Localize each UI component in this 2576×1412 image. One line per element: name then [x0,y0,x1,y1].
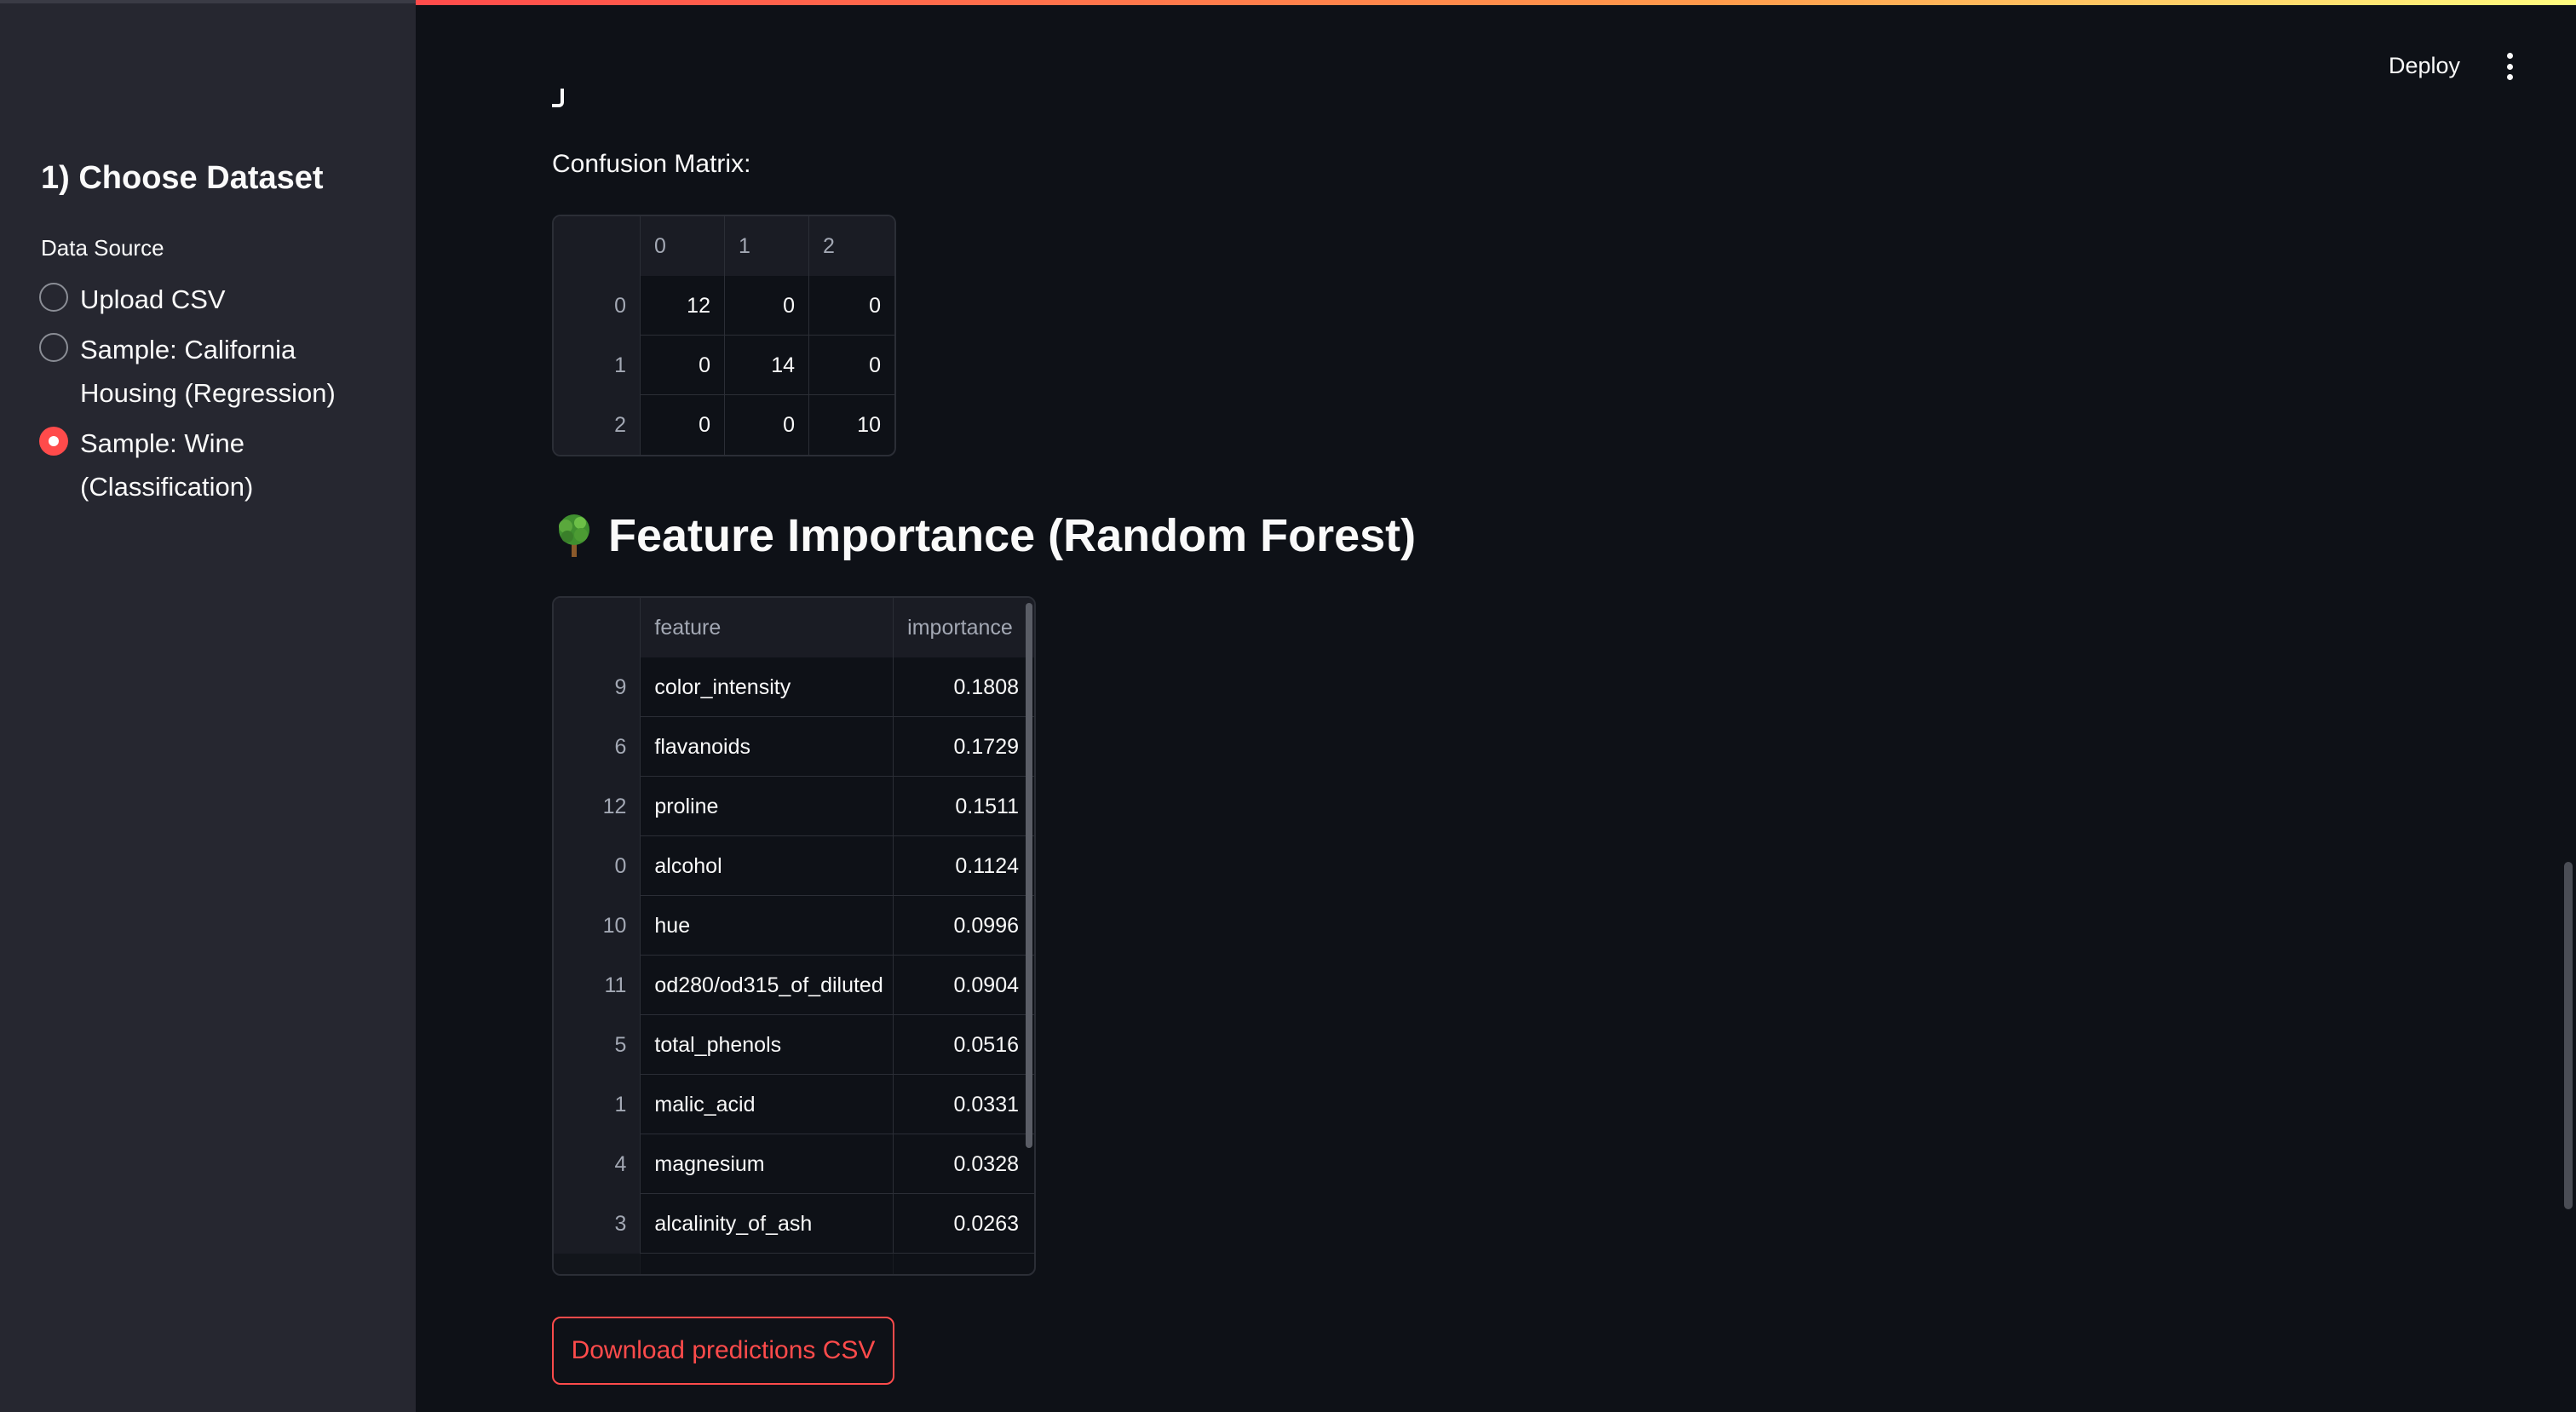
table-row: 6 flavanoids 0.1729 [554,717,1034,777]
radio-unselected-icon[interactable] [39,283,68,312]
table-cell: alcohol [641,836,894,896]
table-cell: 10 [857,412,881,437]
radio-selected-icon[interactable] [39,427,68,456]
row-index-cell: 1 [554,1075,641,1134]
table-header-cell[interactable]: 2 [809,216,894,276]
table-cell: 0.1729 [953,734,1019,759]
radio-option-upload-csv[interactable]: Upload CSV [39,278,397,321]
table-cell: 0 [641,395,725,455]
table-row: 12 proline 0.1511 [554,777,1034,836]
table-cell: hue [641,896,894,956]
table-cell: 0 [725,395,809,455]
row-index-cell: 11 [554,956,641,1015]
row-index-cell: 0 [554,836,641,896]
table-row: 10 hue 0.0996 [554,896,1034,956]
radio-option-wine[interactable]: Sample: Wine (Classification) [39,422,397,508]
table-cell: 14 [725,336,809,395]
table-row: 0 alcohol 0.1124 [554,836,1034,896]
download-predictions-button[interactable]: Download predictions CSV [552,1317,894,1385]
feature-importance-heading: Feature Importance (Random Forest) [552,509,1416,562]
radio-option-label: Sample: California Housing (Regression) [80,335,336,408]
table-cell: 0.0263 [953,1211,1019,1236]
table-header-cell[interactable]: importance [894,598,1034,657]
table-row: 11 od280/od315_of_diluted 0.0904 [554,956,1034,1015]
table-cell: 0.0516 [953,1032,1019,1057]
sidebar-title: 1) Choose Dataset [41,160,324,196]
radio-unselected-icon[interactable] [39,333,68,362]
table-header-cell[interactable] [554,598,641,657]
table-row: 5 total_phenols 0.0516 [554,1015,1034,1075]
vertical-ellipsis-icon[interactable] [2499,49,2520,83]
data-source-radio-group: Upload CSV Sample: California Housing (R… [39,278,397,515]
table-header-row: feature importance [554,598,1034,657]
table-header-cell[interactable] [554,216,641,276]
row-index-cell: 9 [554,657,641,717]
table-cell: 0.0328 [953,1151,1019,1176]
row-index-cell: 1 [554,336,641,395]
table-header-row: 0 1 2 [554,216,894,276]
table-cell: 0 [725,276,809,336]
header-decoration-bar [416,0,2576,5]
table-header-cell[interactable]: 0 [640,216,725,276]
table-header-cell[interactable]: 1 [724,216,809,276]
row-index-cell: 2 [554,395,641,455]
table-row: 0 12 0 0 [554,276,894,336]
table-row: 9 color_intensity 0.1808 [554,657,1034,717]
table-row: 1 0 14 0 [554,336,894,395]
table-cell: magnesium [641,1134,894,1194]
feature-importance-title: Feature Importance (Random Forest) [608,510,1417,561]
table-cell: 0.0904 [953,973,1019,997]
table-cell: 0.0331 [953,1092,1019,1116]
radio-option-label: Sample: Wine (Classification) [80,428,254,502]
table-cell: color_intensity [641,657,894,717]
row-index-cell: 0 [554,276,641,336]
page-scrollbar[interactable] [2564,862,2573,1209]
row-index-cell: 10 [554,896,641,956]
table-header-cell[interactable]: feature [641,598,894,657]
table-cell: flavanoids [641,717,894,777]
table-cell: 0.0996 [953,913,1019,938]
app-root: 1) Choose Dataset Data Source Upload CSV… [0,0,2576,1412]
radio-option-label: Upload CSV [80,284,226,314]
table-row: 4 magnesium 0.0328 [554,1134,1034,1194]
sidebar: 1) Choose Dataset Data Source Upload CSV… [0,0,416,1412]
confusion-matrix-label: Confusion Matrix: [552,150,751,178]
table-cell: total_phenols [641,1015,894,1075]
table-cell: 0 [641,336,725,395]
table-row-partial [554,1254,1034,1274]
radio-option-california-housing[interactable]: Sample: California Housing (Regression) [39,328,397,415]
row-index-cell: 6 [554,717,641,777]
row-index-cell: 4 [554,1134,641,1194]
feature-importance-table[interactable]: feature importance 9 color_intensity 0.1… [552,596,1036,1276]
table-cell: proline [641,777,894,836]
table-cell: 12 [641,276,725,336]
table-row: 1 malic_acid 0.0331 [554,1075,1034,1134]
table-cell [641,1254,894,1274]
table-cell: od280/od315_of_diluted [641,956,894,1015]
table-row: 2 0 0 10 [554,395,894,455]
row-index-cell: 5 [554,1015,641,1075]
clipped-heading-fragment [552,89,564,107]
sidebar-divider [0,0,416,3]
table-cell: 0.1511 [955,794,1019,818]
confusion-matrix-table[interactable]: 0 1 2 0 12 0 0 1 0 14 0 2 0 0 10 [552,215,896,456]
deploy-button[interactable]: Deploy [2373,44,2475,87]
tree-icon [559,514,589,557]
table-scrollbar[interactable] [1026,603,1032,1148]
table-row: 3 alcalinity_of_ash 0.0263 [554,1194,1034,1254]
row-index-cell [554,1254,641,1274]
row-index-cell: 3 [554,1194,641,1254]
table-cell [894,1254,1034,1274]
table-cell: 0.1808 [953,674,1019,699]
table-cell: alcalinity_of_ash [641,1194,894,1254]
table-cell: 0 [869,293,881,318]
table-cell: 0 [869,353,881,377]
row-index-cell: 12 [554,777,641,836]
data-source-label: Data Source [41,235,164,261]
table-cell: 0.1124 [955,853,1019,878]
table-cell: malic_acid [641,1075,894,1134]
